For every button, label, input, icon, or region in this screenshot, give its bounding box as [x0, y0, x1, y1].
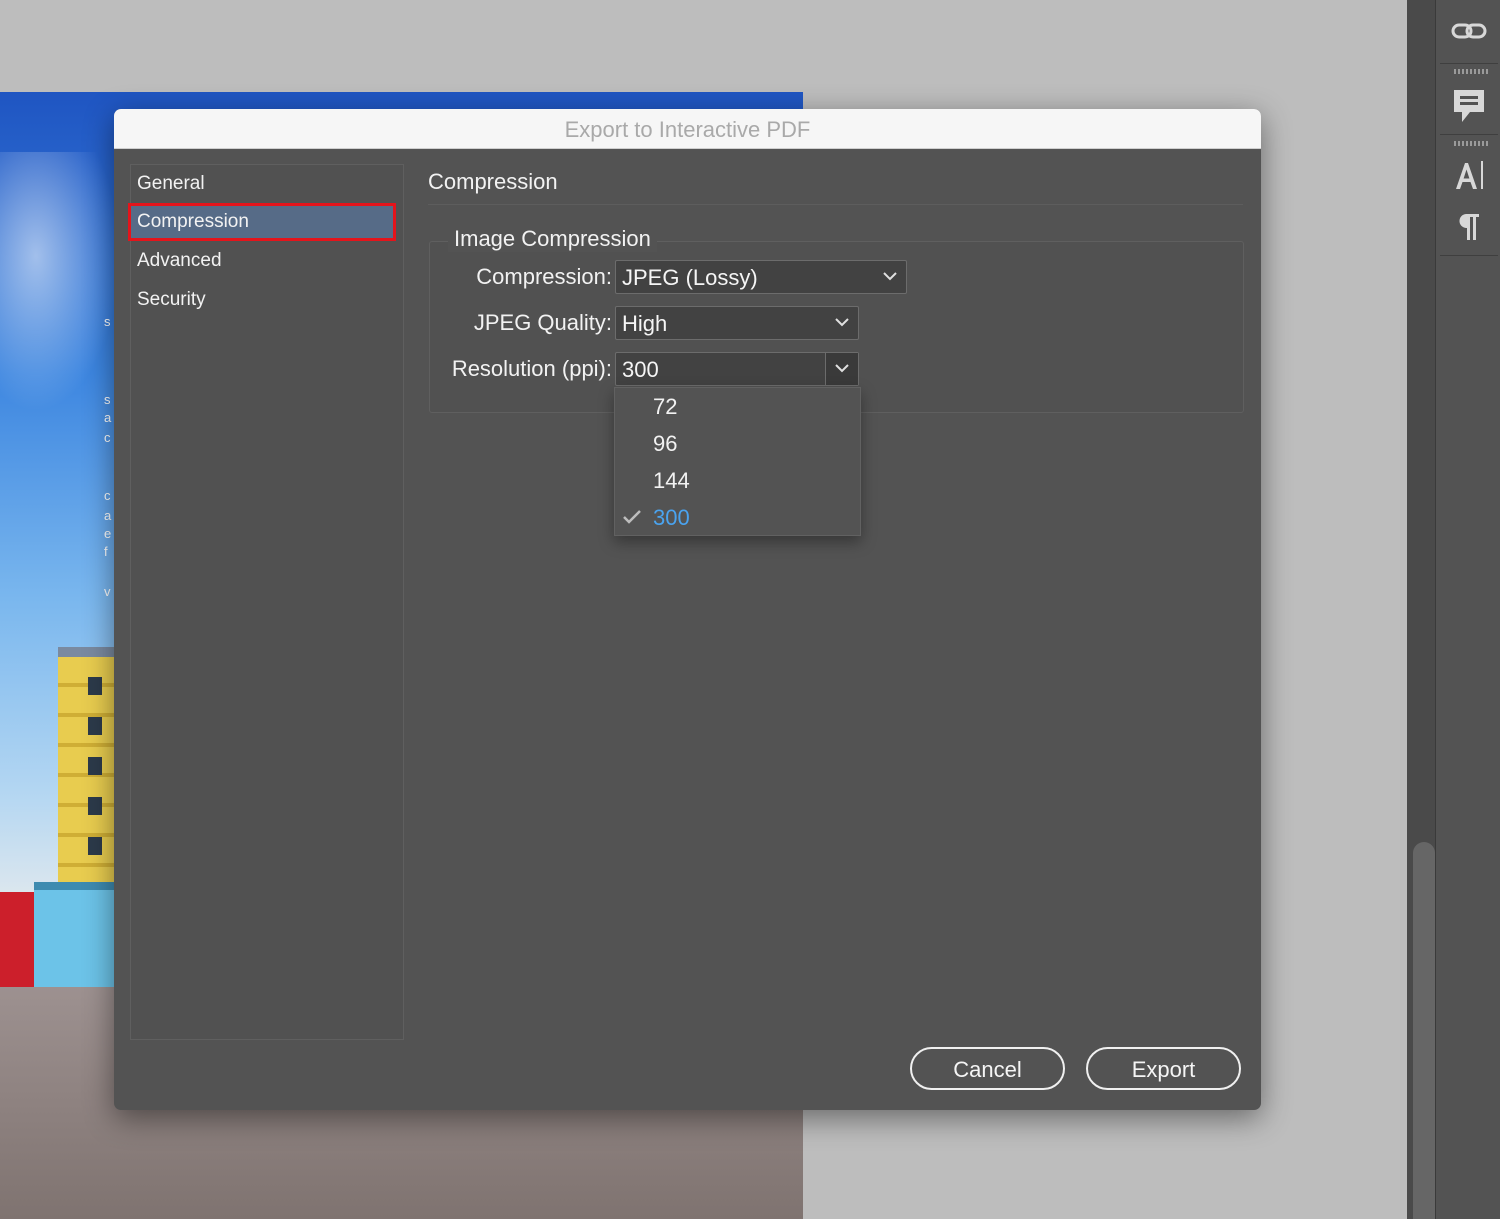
chevron-down-icon — [874, 261, 906, 293]
panel-divider — [1440, 134, 1498, 135]
sidebar-item-label: General — [137, 173, 205, 194]
document-text-fragment: v — [104, 584, 111, 599]
document-text-fragment: e — [104, 526, 112, 541]
chevron-down-icon — [826, 307, 858, 339]
document-text-fragment: s — [104, 314, 111, 329]
paragraph-icon[interactable] — [1436, 212, 1500, 247]
sidebar-item-compression[interactable]: Compression — [128, 203, 396, 241]
sidebar-item-general[interactable]: General — [137, 165, 397, 203]
dialog-title: Export to Interactive PDF — [114, 109, 1261, 149]
panel-divider — [1440, 63, 1498, 64]
jpeg-quality-select[interactable]: High — [615, 306, 859, 340]
building-window — [88, 677, 102, 695]
sidebar-item-advanced[interactable]: Advanced — [137, 242, 397, 280]
red-beach-hut — [0, 892, 38, 987]
cancel-button[interactable]: Cancel — [910, 1047, 1065, 1090]
section-title: Compression — [428, 169, 558, 194]
character-styles-icon[interactable] — [1436, 158, 1500, 197]
panel-grip[interactable] — [1454, 141, 1488, 146]
option-label: 144 — [653, 468, 690, 493]
panel-divider — [1440, 255, 1498, 256]
resolution-select[interactable]: 300 — [615, 352, 859, 386]
chevron-down-icon[interactable] — [825, 353, 858, 385]
sidebar-item-label: Security — [137, 289, 206, 310]
section-divider — [428, 204, 1243, 205]
resolution-option[interactable]: 96 — [615, 425, 860, 462]
building-window — [88, 757, 102, 775]
right-panel-dock — [1435, 0, 1500, 1219]
panel-grip[interactable] — [1454, 69, 1488, 74]
document-text-fragment: s — [104, 392, 111, 407]
yellow-building-photo — [58, 647, 120, 917]
sidebar-item-label: Advanced — [137, 250, 222, 271]
scrollbar-thumb[interactable] — [1413, 842, 1435, 1219]
compression-select[interactable]: JPEG (Lossy) — [615, 260, 907, 294]
export-pdf-dialog: Export to Interactive PDF General Compre… — [114, 109, 1261, 1110]
building-window — [88, 797, 102, 815]
jpeg-quality-value: High — [622, 311, 668, 336]
document-text-fragment: a — [104, 508, 112, 523]
resolution-value: 300 — [622, 357, 659, 382]
option-label: 300 — [653, 505, 690, 530]
checkmark-icon — [623, 510, 641, 529]
resolution-label: Resolution (ppi): — [451, 356, 612, 381]
document-text-fragment: a — [104, 410, 112, 425]
group-title: Image Compression — [448, 226, 657, 252]
jpeg-quality-label: JPEG Quality: — [473, 310, 612, 335]
resolution-option[interactable]: 72 — [615, 388, 860, 425]
building-window — [88, 717, 102, 735]
resolution-dropdown-menu: 72 96 144 300 — [614, 387, 861, 536]
export-button[interactable]: Export — [1086, 1047, 1241, 1090]
blue-beach-hut — [34, 882, 114, 995]
vertical-scrollbar[interactable] — [1407, 0, 1435, 1219]
sky-cloud — [0, 152, 120, 412]
sidebar-item-security[interactable]: Security — [137, 281, 397, 319]
sidebar-item-label: Compression — [137, 211, 249, 232]
document-text-fragment: c — [104, 430, 111, 445]
resolution-option[interactable]: 144 — [615, 462, 860, 499]
document-text-fragment: f — [104, 544, 108, 559]
building-window — [88, 837, 102, 855]
option-label: 72 — [653, 394, 678, 419]
option-label: 96 — [653, 431, 678, 456]
resolution-option-selected[interactable]: 300 — [615, 499, 860, 536]
compression-label: Compression: — [476, 264, 612, 289]
links-icon[interactable] — [1436, 20, 1500, 49]
compression-value: JPEG (Lossy) — [622, 265, 758, 290]
category-sidebar: General Compression Advanced Security — [128, 164, 404, 1040]
document-text-fragment: c — [104, 488, 111, 503]
comment-icon[interactable] — [1436, 88, 1500, 129]
